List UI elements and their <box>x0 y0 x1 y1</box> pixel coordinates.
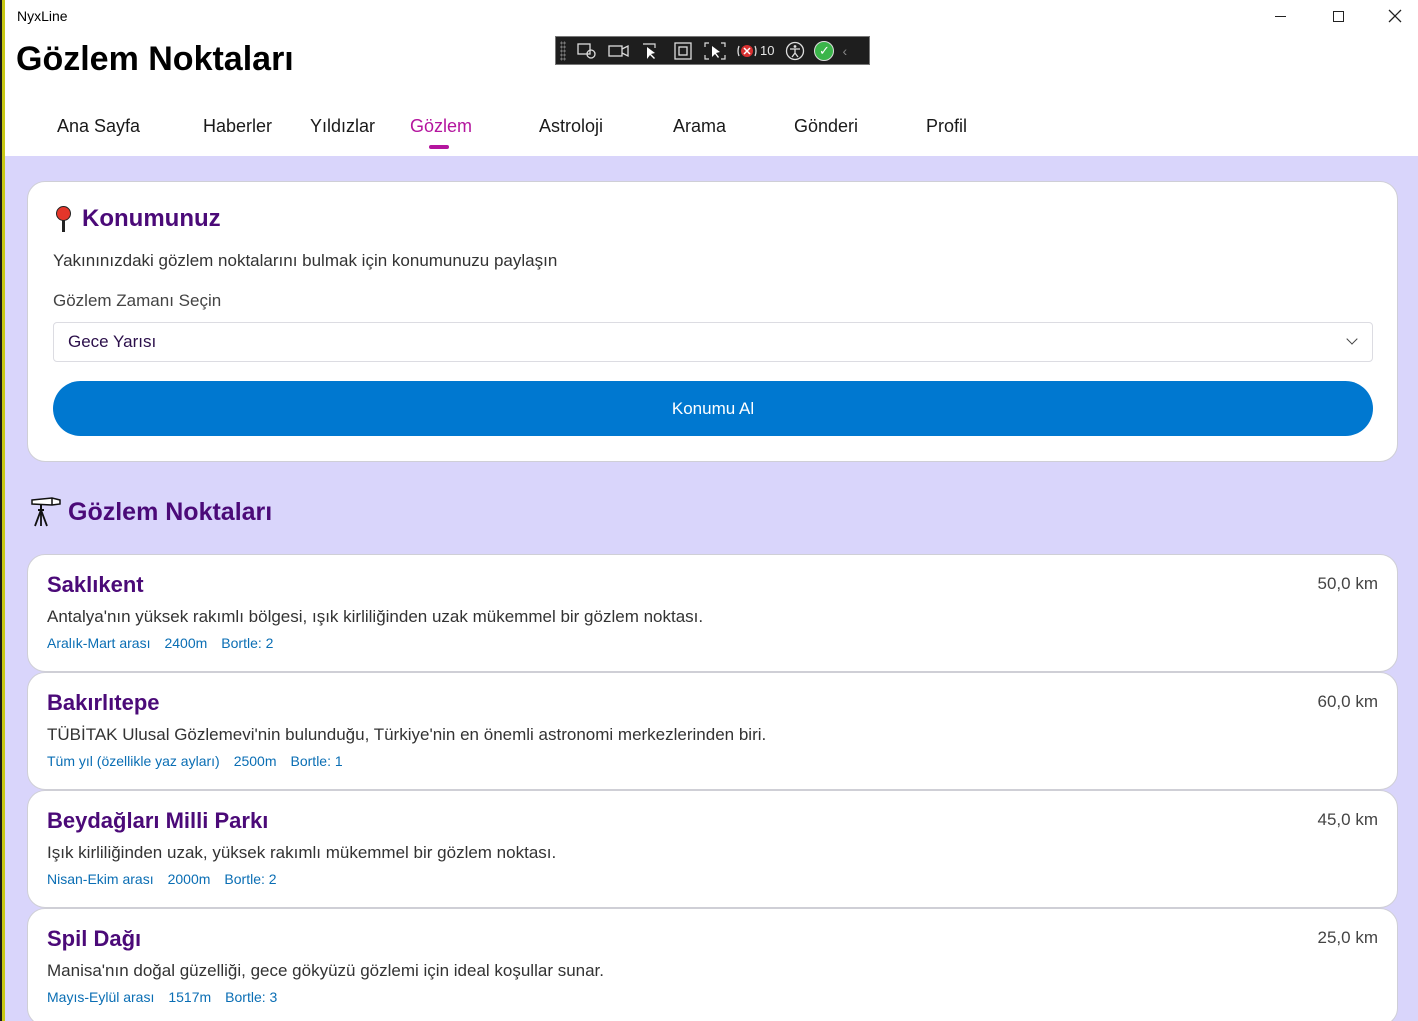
content-area[interactable]: Konumunuz Yakınınızdaki gözlem noktaları… <box>5 156 1418 1021</box>
accessibility-icon[interactable] <box>782 40 808 62</box>
tab-astroloji[interactable]: Astroloji <box>539 116 603 137</box>
location-heading: Konumunuz <box>54 204 221 234</box>
layout-bounds-icon[interactable] <box>670 40 696 62</box>
spot-meta: Nisan-Ekim arası 2000m Bortle: 2 <box>47 871 277 887</box>
get-location-button[interactable]: Konumu Al <box>53 381 1373 436</box>
spot-season: Aralık-Mart arası <box>47 635 151 651</box>
spot-altitude: 1517m <box>168 989 212 1005</box>
chevron-down-icon <box>1346 333 1358 345</box>
spot-season: Tüm yıl (özellikle yaz ayları) <box>47 753 220 769</box>
spot-name: Spil Dağı <box>47 926 142 951</box>
time-select-value: Gece Yarısı <box>68 332 157 351</box>
checkmark-icon[interactable]: ✓ <box>814 40 835 61</box>
spots-heading: Gözlem Noktaları <box>30 496 272 528</box>
tab-arama[interactable]: Arama <box>673 116 726 137</box>
spot-description: Işık kirliliğinden uzak, yüksek rakımlı … <box>47 843 557 862</box>
location-title: Konumunuz <box>82 205 221 232</box>
spot-bortle: Bortle: 3 <box>225 989 278 1005</box>
spot-altitude: 2000m <box>167 871 211 887</box>
minimize-button[interactable] <box>1257 0 1303 32</box>
maximize-button[interactable] <box>1315 0 1361 32</box>
debug-toolbar: 10 ✓ ‹ <box>555 36 870 65</box>
spot-altitude: 2400m <box>164 635 208 651</box>
app-title: NyxLine <box>17 8 68 24</box>
spot-meta: Tüm yıl (özellikle yaz ayları) 2500m Bor… <box>47 753 343 769</box>
spot-meta: Mayıs-Eylül arası 1517m Bortle: 3 <box>47 989 277 1005</box>
active-tab-indicator <box>429 145 449 149</box>
spot-name: Saklıkent <box>47 572 144 597</box>
spot-description: Manisa'nın doğal güzelliği, gece gökyüzü… <box>47 961 605 980</box>
binding-failures-icon[interactable] <box>734 40 760 62</box>
spot-distance: 45,0 km <box>1317 810 1378 829</box>
close-button[interactable] <box>1372 0 1418 32</box>
location-card: Konumunuz Yakınınızdaki gözlem noktaları… <box>27 181 1398 462</box>
spot-distance: 60,0 km <box>1317 692 1378 711</box>
page-title: Gözlem Noktaları <box>16 40 294 78</box>
minimize-icon <box>1274 15 1286 17</box>
spot-name: Bakırlıtepe <box>47 690 160 715</box>
location-description: Yakınınızdaki gözlem noktalarını bulmak … <box>53 251 558 270</box>
select-element-icon[interactable] <box>574 40 600 62</box>
title-bar: NyxLine <box>5 0 1418 32</box>
time-select-label: Gözlem Zamanı Seçin <box>53 291 222 310</box>
time-select[interactable]: Gece Yarısı <box>53 322 1373 362</box>
spot-season: Mayıs-Eylül arası <box>47 989 155 1005</box>
spot-bortle: Bortle: 2 <box>221 635 274 651</box>
spot-bortle: Bortle: 1 <box>290 753 343 769</box>
tab-yildizlar[interactable]: Yıldızlar <box>310 116 375 137</box>
tab-haberler[interactable]: Haberler <box>203 116 272 137</box>
spots-title: Gözlem Noktaları <box>68 497 273 526</box>
spot-meta: Aralık-Mart arası 2400m Bortle: 2 <box>47 635 273 651</box>
app-window: NyxLine 10 ✓ ‹ Gözlem Noktaları Ana Sayf… <box>0 0 1418 1021</box>
spot-distance: 25,0 km <box>1317 928 1378 947</box>
navigation-tabs: Ana Sayfa Haberler Yıldızlar Gözlem Astr… <box>5 110 1418 156</box>
pointer-icon[interactable] <box>638 40 664 62</box>
pin-icon <box>54 204 74 234</box>
close-icon <box>1388 9 1402 23</box>
spot-distance: 50,0 km <box>1317 574 1378 593</box>
spot-card[interactable]: Bakırlıtepe 60,0 km TÜBİTAK Ulusal Gözle… <box>27 672 1398 790</box>
binding-failures-count: 10 <box>760 43 775 58</box>
spot-card[interactable]: Beydağları Milli Parkı 45,0 km Işık kirl… <box>27 790 1398 908</box>
spot-altitude: 2500m <box>233 753 277 769</box>
spot-card[interactable]: Spil Dağı 25,0 km Manisa'nın doğal güzel… <box>27 908 1398 1021</box>
tab-profil[interactable]: Profil <box>926 116 967 137</box>
tab-ana-sayfa[interactable]: Ana Sayfa <box>57 116 140 137</box>
spot-description: Antalya'nın yüksek rakımlı bölgesi, ışık… <box>47 607 704 626</box>
spot-bortle: Bortle: 2 <box>224 871 277 887</box>
spot-description: TÜBİTAK Ulusal Gözlemevi'nin bulunduğu, … <box>47 725 767 744</box>
tab-gonderi[interactable]: Gönderi <box>794 116 858 137</box>
grip-handle[interactable] <box>560 40 566 61</box>
spot-card[interactable]: Saklıkent 50,0 km Antalya'nın yüksek rak… <box>27 554 1398 672</box>
spot-name: Beydağları Milli Parkı <box>47 808 269 833</box>
spot-season: Nisan-Ekim arası <box>47 871 154 887</box>
tab-gozlem[interactable]: Gözlem <box>410 116 472 137</box>
track-focus-icon[interactable] <box>702 40 728 62</box>
record-icon[interactable] <box>606 40 632 62</box>
collapse-icon[interactable]: ‹ <box>842 43 847 59</box>
maximize-icon <box>1332 10 1344 22</box>
telescope-icon <box>31 497 61 527</box>
